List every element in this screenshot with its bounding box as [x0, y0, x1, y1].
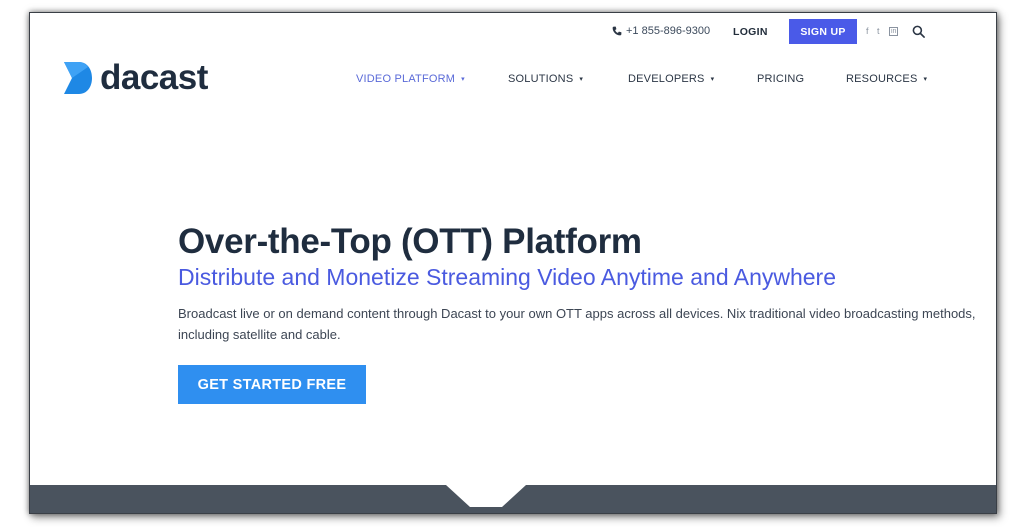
nav-label: DEVELOPERS: [628, 73, 705, 85]
utility-bar: +1 855-896-9300 LOGIN SIGN UP f t in: [30, 13, 996, 51]
logo-wordmark: dacast: [100, 58, 208, 97]
dacast-logo[interactable]: dacast: [63, 60, 208, 95]
nav-developers[interactable]: DEVELOPERS ▾: [628, 73, 714, 85]
nav-label: RESOURCES: [846, 73, 918, 85]
linkedin-icon[interactable]: in: [889, 27, 899, 36]
chevron-down-icon: ▾: [710, 76, 715, 83]
hero-description: Broadcast live or on demand content thro…: [178, 306, 976, 342]
phone-icon: [612, 26, 622, 36]
chevron-down-icon: ▾: [579, 76, 584, 83]
twitter-icon[interactable]: t: [877, 26, 880, 36]
login-link[interactable]: LOGIN: [733, 26, 768, 38]
get-started-button[interactable]: GET STARTED FREE: [178, 365, 366, 404]
search-icon[interactable]: [912, 25, 925, 38]
phone-number: +1 855-896-9300: [626, 25, 711, 37]
chevron-down-icon: ▾: [461, 76, 465, 83]
nav-label: PRICING: [757, 73, 805, 85]
dacast-logo-icon: [64, 61, 92, 94]
hero-subtitle: Distribute and Monetize Streaming Video …: [178, 264, 837, 290]
nav-pricing[interactable]: PRICING: [757, 73, 804, 85]
signup-button[interactable]: SIGN UP: [789, 19, 857, 44]
facebook-icon[interactable]: f: [866, 26, 869, 36]
section-divider-band: [30, 485, 996, 513]
nav-video-platform[interactable]: VIDEO PLATFORM ▾: [356, 73, 465, 85]
phone-link[interactable]: +1 855-896-9300: [612, 25, 710, 37]
nav-solutions[interactable]: SOLUTIONS ▾: [508, 73, 583, 85]
nav-label: VIDEO PLATFORM: [356, 73, 456, 85]
hero-title: Over-the-Top (OTT) Platform: [178, 222, 642, 261]
nav-resources[interactable]: RESOURCES ▾: [846, 73, 927, 85]
browser-page: +1 855-896-9300 LOGIN SIGN UP f t in dac…: [29, 12, 997, 514]
nav-label: SOLUTIONS: [508, 73, 574, 85]
chevron-down-icon: ▾: [923, 76, 928, 83]
